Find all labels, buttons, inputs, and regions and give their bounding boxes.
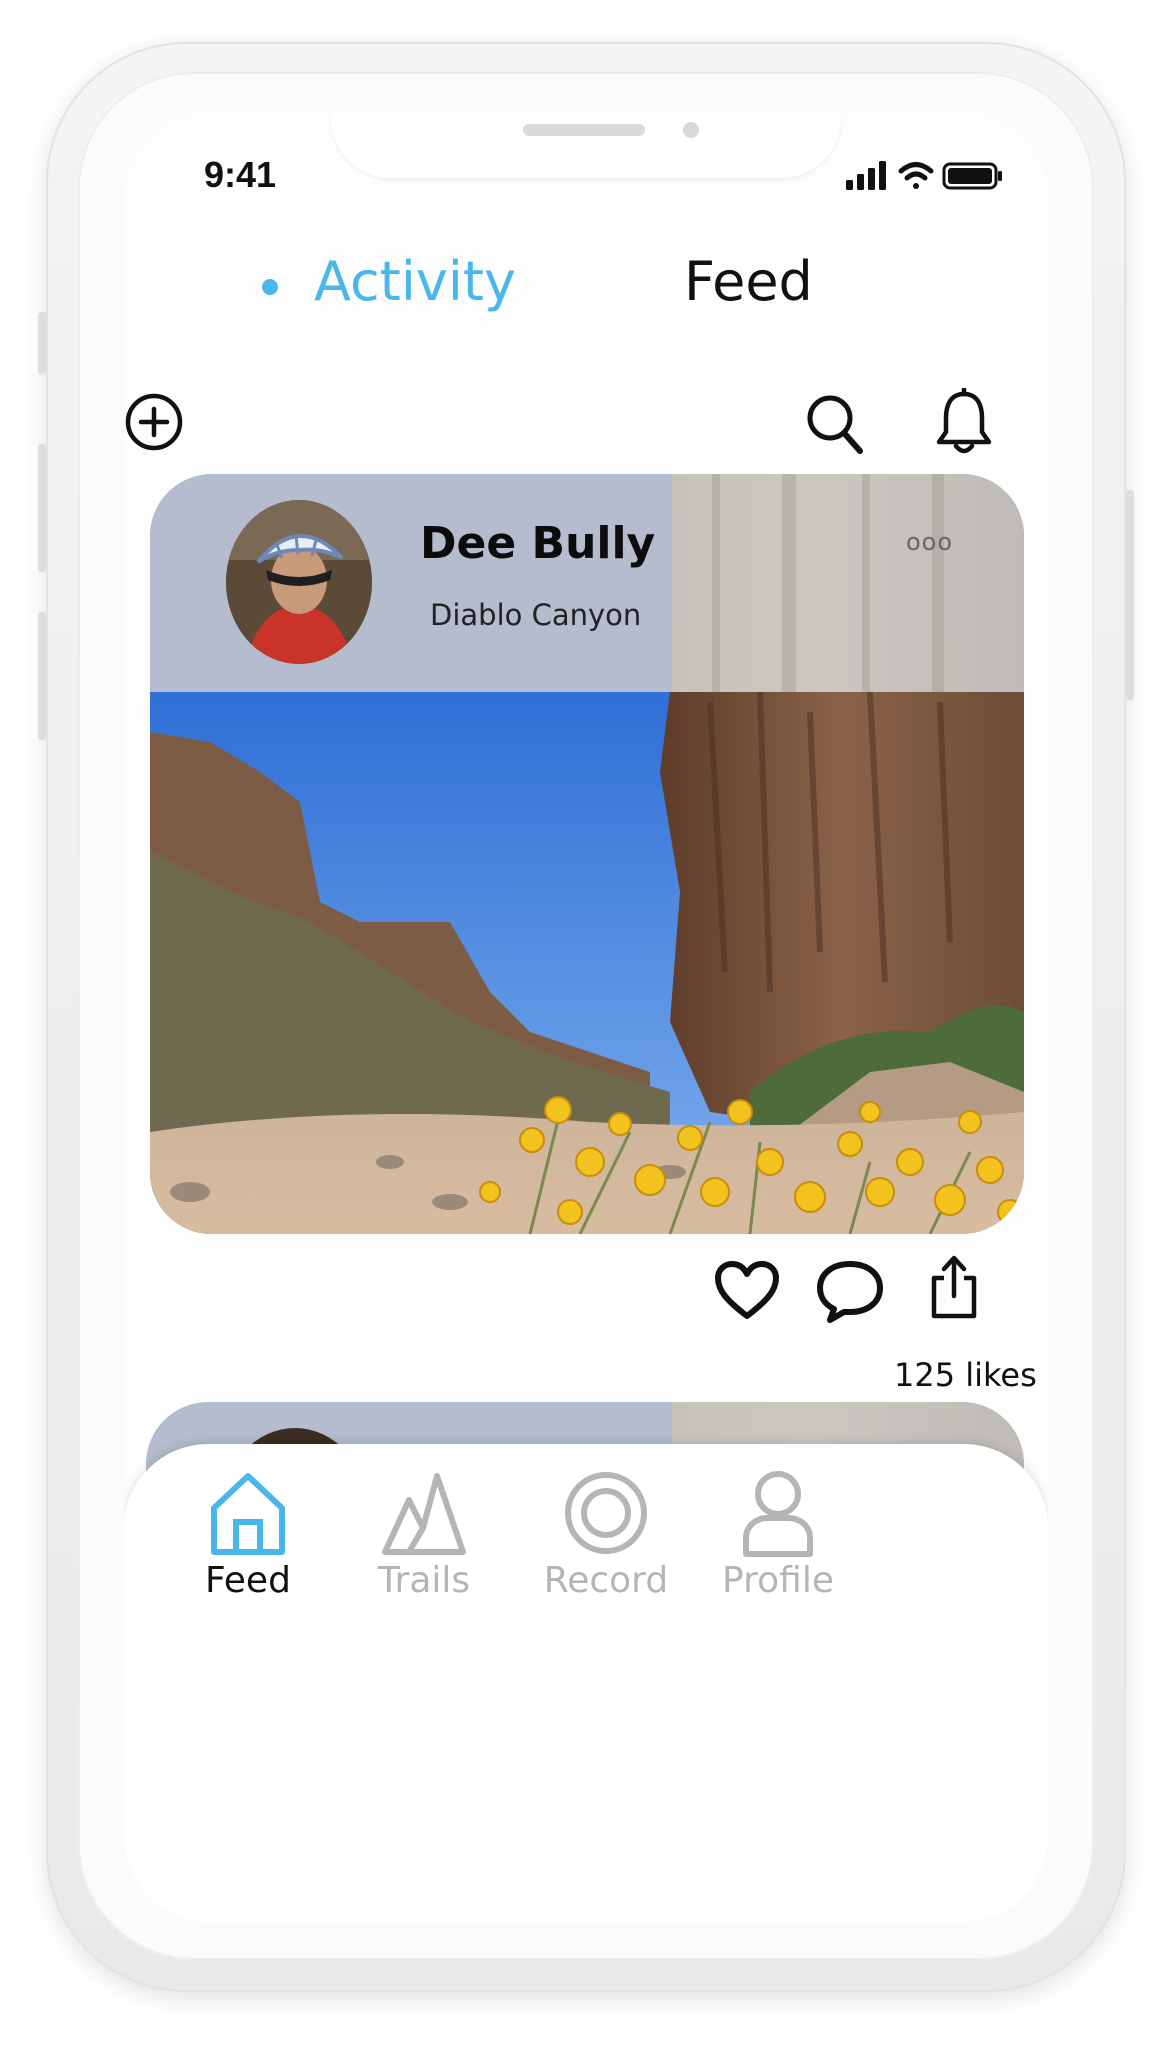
nav-label-trails: Trails [377, 1560, 471, 1601]
active-tab-indicator [262, 278, 278, 295]
tab-activity[interactable]: Activity [262, 250, 516, 313]
nav-item-record[interactable]: Record [516, 1468, 696, 1601]
record-icon [565, 1472, 647, 1554]
post-photo[interactable] [150, 692, 1024, 1234]
nav-label-feed: Feed [205, 1560, 291, 1601]
battery-icon [942, 162, 1002, 190]
status-icons [846, 158, 1006, 192]
notifications-button[interactable] [934, 386, 994, 462]
header-rock-texture [672, 474, 1024, 692]
search-icon [807, 395, 863, 454]
share-icon [931, 1255, 977, 1319]
phone-silent-switch [38, 312, 46, 374]
speaker-grille [523, 124, 645, 136]
share-button[interactable] [928, 1254, 980, 1326]
phone-notch [331, 112, 841, 178]
post-card[interactable]: Dee Bully Diablo Canyon ooo [150, 474, 1024, 1234]
phone-volume-up [38, 444, 46, 572]
more-options-button[interactable]: ooo [906, 528, 953, 556]
plus-circle-icon [125, 393, 183, 451]
phone-volume-down [38, 612, 46, 740]
nav-item-feed[interactable]: Feed [158, 1468, 338, 1601]
bell-icon [936, 386, 992, 454]
status-time: 9:41 [204, 154, 277, 195]
add-post-button[interactable] [124, 392, 184, 456]
person-icon [743, 1471, 813, 1557]
bottom-nav: Feed Trails Record Profile [124, 1444, 1048, 1922]
nav-item-profile[interactable]: Profile [688, 1468, 868, 1601]
search-button[interactable] [804, 392, 866, 462]
app-screen: 9:41 Activity Feed Dee Bully Diablo Cany… [124, 112, 1048, 1922]
like-button[interactable] [714, 1260, 780, 1326]
avatar[interactable] [226, 500, 372, 664]
tab-activity-label: Activity [314, 250, 516, 313]
post-author-name[interactable]: Dee Bully [420, 518, 655, 569]
likes-count[interactable]: 125 likes [894, 1356, 1037, 1394]
phone-power-button [1126, 490, 1134, 700]
post-header: Dee Bully Diablo Canyon ooo [150, 474, 1024, 692]
comment-icon [817, 1261, 883, 1323]
signal-icon [846, 161, 886, 190]
nav-label-record: Record [543, 1560, 669, 1601]
tab-feed[interactable]: Feed [684, 250, 813, 313]
nav-label-profile: Profile [722, 1560, 834, 1601]
home-icon [211, 1473, 285, 1555]
comment-button[interactable] [814, 1258, 886, 1328]
post-location[interactable]: Diablo Canyon [430, 598, 641, 632]
wifi-icon [898, 162, 934, 189]
nav-item-trails[interactable]: Trails [334, 1468, 514, 1601]
heart-icon [715, 1261, 779, 1319]
mountains-icon [382, 1473, 466, 1555]
front-camera [683, 122, 699, 138]
